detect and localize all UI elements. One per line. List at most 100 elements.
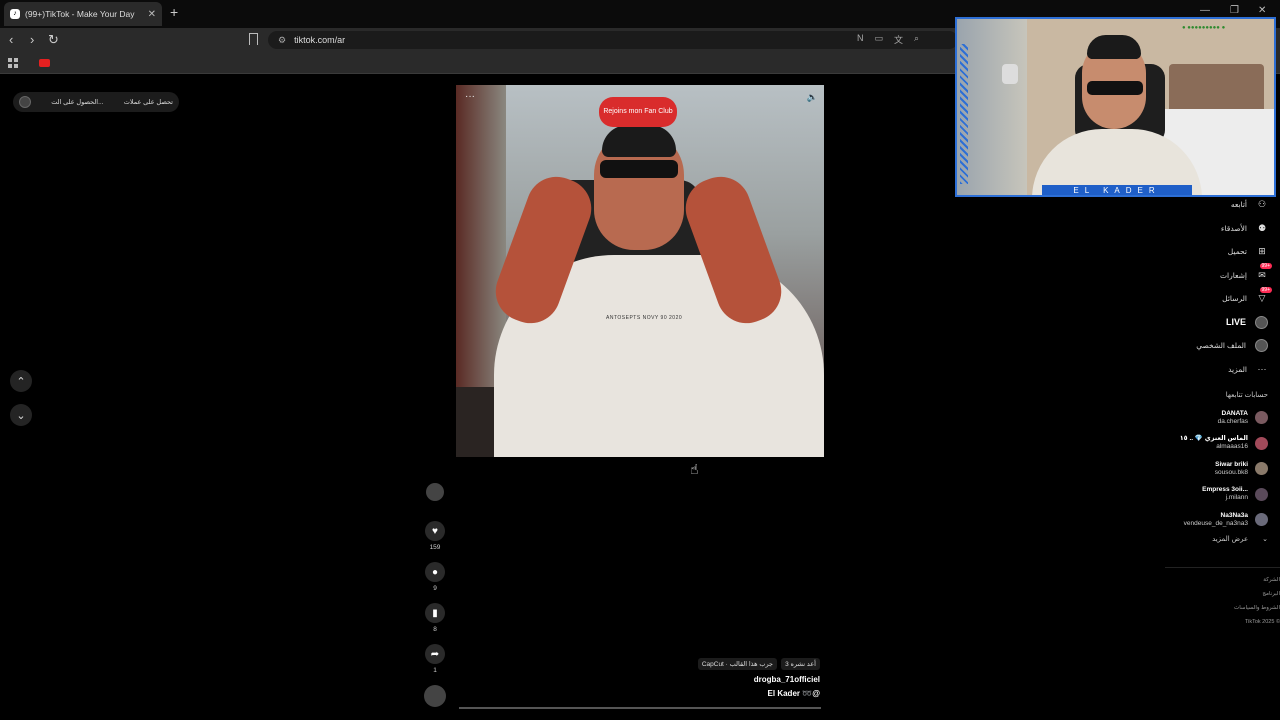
avatar — [1255, 411, 1268, 425]
capcut-chip[interactable]: CapCut · جرب هذا القالب — [697, 658, 778, 670]
reload-icon[interactable]: ↻ — [48, 32, 59, 48]
following-display-name: Empress 3oii... — [1202, 486, 1248, 494]
cam-person-hair — [1087, 35, 1141, 59]
chevron-up-icon: ⌃ — [16, 375, 26, 388]
avatar — [1255, 436, 1268, 450]
right-sidebar: أتابعه ⚇ الأصدقاء ⚉ تحميل ⊞ إشعارات ✉ 99+… — [1118, 193, 1272, 543]
video-player[interactable]: ANTOSEPTS NOVY 90 2020 Rejoins mon Fan C… — [456, 85, 824, 457]
avatar — [1255, 513, 1268, 527]
cam-tag: ● ●●●●●●●●● ● — [1182, 25, 1226, 31]
close-window-icon[interactable]: ✕ — [1258, 5, 1266, 16]
reader-icon[interactable]: N — [857, 33, 864, 46]
avatar — [1255, 487, 1268, 501]
sidebar-item-label: إشعارات — [1219, 270, 1247, 280]
cast-icon[interactable]: ▭ — [875, 33, 884, 46]
close-tab-icon[interactable]: ✕ — [148, 9, 156, 20]
footer-copyright: TikTok 2025 © — [1244, 619, 1280, 625]
following-item[interactable]: DANATA da.cherfas — [1118, 405, 1268, 431]
footer-company-link[interactable]: الشركة — [1234, 573, 1280, 587]
sidebar-item-notifications[interactable]: إشعارات ✉ 99+ — [1118, 263, 1272, 288]
comment-icon: ● — [431, 566, 439, 578]
new-tab-button[interactable]: + — [170, 4, 178, 20]
tiktok-favicon-icon: ♪ — [10, 9, 20, 19]
repost-chip[interactable]: 3 أعد نشره — [781, 658, 820, 670]
following-item[interactable]: Siwar briki sousou.bk8 — [1118, 456, 1268, 482]
creator-avatar[interactable] — [426, 483, 444, 501]
sidebar-divider — [1165, 567, 1280, 568]
sidebar-item-upload[interactable]: تحميل ⊞ — [1118, 240, 1268, 264]
sidebar-item-messages[interactable]: الرسائل ▽ 99+ — [1118, 286, 1272, 311]
site-info-icon[interactable]: ⚙ — [278, 35, 286, 46]
promo-text-right: تحصل على عملات — [123, 99, 173, 106]
sidebar-item-profile[interactable]: الملف الشخصي — [1118, 334, 1268, 358]
volume-icon[interactable]: 🔈 — [807, 92, 818, 103]
back-icon[interactable]: ‹ — [9, 32, 13, 48]
share-icon: ➦ — [430, 648, 440, 660]
friends-icon: ⚉ — [1257, 222, 1267, 233]
url-text: tiktok.com/ar — [294, 35, 346, 45]
user-plus-icon: ⚇ — [1257, 199, 1267, 210]
more-icon: ··· — [1257, 364, 1267, 375]
following-username: vendeuse_de_na3na3 — [1183, 519, 1248, 527]
save-count: 8 — [433, 626, 437, 633]
comment-button[interactable]: ● — [425, 562, 445, 582]
messages-badge: 99+ — [1259, 286, 1272, 293]
video-caption: El Kader ➿@ — [767, 689, 820, 698]
following-item[interactable]: الماس العنزي 💎 .. ١٥ almaaas16 — [1118, 431, 1268, 457]
sidebar-item-live[interactable]: LIVE — [1118, 311, 1268, 335]
chevron-down-icon: ⌄ — [16, 409, 26, 422]
browser-tab[interactable]: ♪ (99+)TikTok - Make Your Day ✕ — [4, 2, 162, 26]
zoom-icon[interactable]: ⌕ — [914, 33, 919, 46]
video-info: CapCut · جرب هذا القالب 3 أعد نشره drogb… — [660, 658, 820, 698]
profile-avatar-icon — [1255, 339, 1268, 353]
sidebar-item-friends[interactable]: الأصدقاء ⚉ — [1118, 217, 1268, 241]
shirt-text: ANTOSEPTS NOVY 90 2020 — [606, 315, 683, 321]
upload-icon: ⊞ — [1258, 246, 1266, 257]
translate-icon[interactable]: 文 — [894, 33, 903, 46]
promo-text-left: الحصول على الت... — [51, 99, 104, 106]
maximize-icon[interactable]: ❐ — [1230, 5, 1239, 16]
address-bar[interactable]: ⚙ tiktok.com/ar — [268, 31, 958, 49]
cam-lamp — [1002, 64, 1018, 84]
webcam-overlay: ● ●●●●●●●●● ● EL KADER — [955, 17, 1276, 197]
see-more-button[interactable]: عرض المزيد ⌄ — [1118, 535, 1268, 543]
video-username[interactable]: drogba_71officiel — [660, 675, 820, 684]
following-display-name: Na3Na3a — [1220, 511, 1248, 519]
following-username: j.milann — [1225, 494, 1248, 502]
bookmark-icon[interactable] — [249, 33, 258, 45]
minimize-icon[interactable]: — — [1200, 5, 1210, 16]
save-button[interactable]: ▮ — [425, 603, 445, 623]
footer-program-link[interactable]: البرنامج — [1234, 587, 1280, 601]
music-disc-avatar[interactable] — [424, 685, 446, 707]
sidebar-item-label: المزيد — [1228, 364, 1247, 374]
video-person-sunglasses — [600, 160, 678, 178]
following-username: sousou.bk8 — [1214, 468, 1248, 476]
heart-icon: ♥ — [432, 525, 438, 537]
more-options-icon[interactable]: ··· — [465, 91, 475, 102]
see-more-label: عرض المزيد — [1212, 535, 1249, 543]
video-progress-bar[interactable] — [459, 707, 821, 709]
apps-grid-icon[interactable] — [8, 58, 18, 68]
sidebar-footer: الشركة البرنامج الشروط والسياسات TikTok … — [1234, 573, 1280, 629]
inbox-icon: ✉ 99+ — [1258, 263, 1272, 280]
next-video-button[interactable]: ⌄ — [10, 404, 32, 426]
hand-cursor-icon: ☝ — [690, 461, 699, 477]
following-display-name: Siwar briki — [1215, 460, 1248, 468]
like-button[interactable]: ♥ — [425, 521, 445, 541]
toolbar-icons: N ▭ 文 ⌕ — [857, 33, 919, 46]
sidebar-item-label: تحميل — [1227, 247, 1247, 257]
youtube-bookmark-icon[interactable] — [39, 59, 50, 67]
following-username: almaaas16 — [1216, 443, 1248, 451]
tab-title: (99+)TikTok - Make Your Day — [25, 9, 135, 19]
coins-promo-banner[interactable]: الحصول على الت... تحصل على عملات — [13, 92, 179, 112]
fan-club-badge[interactable]: Rejoins mon Fan Club — [599, 97, 677, 127]
following-item[interactable]: Empress 3oii... j.milann — [1118, 482, 1268, 508]
sidebar-item-more[interactable]: المزيد ··· — [1118, 358, 1268, 382]
footer-terms-link[interactable]: الشروط والسياسات — [1234, 601, 1280, 615]
previous-video-button[interactable]: ⌃ — [10, 370, 32, 392]
share-button[interactable]: ➦ — [425, 644, 445, 664]
sidebar-item-label: الأصدقاء — [1220, 223, 1247, 233]
forward-icon[interactable]: › — [30, 32, 34, 48]
like-count: 159 — [429, 544, 441, 551]
following-item[interactable]: Na3Na3a vendeuse_de_na3na3 — [1118, 507, 1268, 533]
